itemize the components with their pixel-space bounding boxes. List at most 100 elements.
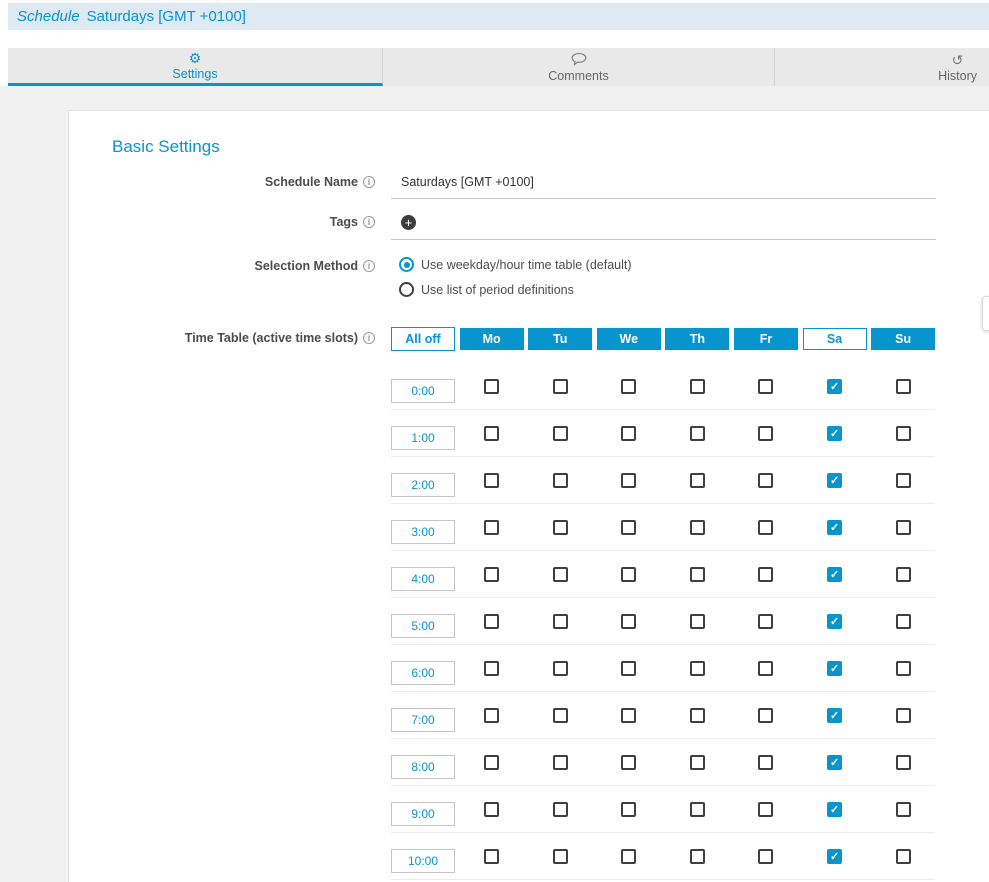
radio-button[interactable] (399, 257, 414, 272)
slot-checkbox-su-2-00[interactable] (896, 473, 911, 488)
slot-checkbox-we-0-00[interactable] (621, 379, 636, 394)
hour-button-3-00[interactable]: 3:00 (391, 520, 455, 544)
slot-checkbox-sa-0-00[interactable] (827, 379, 842, 394)
info-icon[interactable]: i (363, 332, 375, 344)
slot-checkbox-sa-9-00[interactable] (827, 802, 842, 817)
slot-checkbox-mo-4-00[interactable] (484, 567, 499, 582)
schedule-name-input[interactable] (391, 173, 936, 199)
slot-checkbox-th-4-00[interactable] (690, 567, 705, 582)
slot-checkbox-mo-6-00[interactable] (484, 661, 499, 676)
info-icon[interactable]: i (363, 176, 375, 188)
day-header-fr[interactable]: Fr (734, 328, 798, 350)
day-header-sa[interactable]: Sa (803, 328, 867, 350)
slot-checkbox-th-1-00[interactable] (690, 426, 705, 441)
slot-checkbox-tu-7-00[interactable] (553, 708, 568, 723)
hour-button-2-00[interactable]: 2:00 (391, 473, 455, 497)
day-header-we[interactable]: We (597, 328, 661, 350)
slot-checkbox-su-1-00[interactable] (896, 426, 911, 441)
slot-checkbox-su-5-00[interactable] (896, 614, 911, 629)
slot-checkbox-th-9-00[interactable] (690, 802, 705, 817)
slot-checkbox-we-1-00[interactable] (621, 426, 636, 441)
day-header-tu[interactable]: Tu (528, 328, 592, 350)
slot-checkbox-we-4-00[interactable] (621, 567, 636, 582)
hour-button-9-00[interactable]: 9:00 (391, 802, 455, 826)
slot-checkbox-mo-10-00[interactable] (484, 849, 499, 864)
day-header-th[interactable]: Th (665, 328, 729, 350)
slot-checkbox-we-8-00[interactable] (621, 755, 636, 770)
slot-checkbox-fr-1-00[interactable] (758, 426, 773, 441)
add-tag-button[interactable]: + (401, 215, 416, 230)
slot-checkbox-fr-5-00[interactable] (758, 614, 773, 629)
slot-checkbox-tu-2-00[interactable] (553, 473, 568, 488)
slot-checkbox-fr-9-00[interactable] (758, 802, 773, 817)
hour-button-6-00[interactable]: 6:00 (391, 661, 455, 685)
day-header-su[interactable]: Su (871, 328, 935, 350)
slot-checkbox-fr-7-00[interactable] (758, 708, 773, 723)
side-panel-handle[interactable] (982, 296, 989, 331)
hour-button-10-00[interactable]: 10:00 (391, 849, 455, 873)
slot-checkbox-mo-0-00[interactable] (484, 379, 499, 394)
slot-checkbox-su-4-00[interactable] (896, 567, 911, 582)
slot-checkbox-th-7-00[interactable] (690, 708, 705, 723)
slot-checkbox-tu-5-00[interactable] (553, 614, 568, 629)
info-icon[interactable]: i (363, 260, 375, 272)
slot-checkbox-th-3-00[interactable] (690, 520, 705, 535)
slot-checkbox-tu-4-00[interactable] (553, 567, 568, 582)
slot-checkbox-sa-5-00[interactable] (827, 614, 842, 629)
slot-checkbox-tu-1-00[interactable] (553, 426, 568, 441)
slot-checkbox-sa-1-00[interactable] (827, 426, 842, 441)
slot-checkbox-fr-0-00[interactable] (758, 379, 773, 394)
all-off-button[interactable]: All off (391, 327, 455, 351)
hour-button-8-00[interactable]: 8:00 (391, 755, 455, 779)
slot-checkbox-fr-10-00[interactable] (758, 849, 773, 864)
slot-checkbox-sa-7-00[interactable] (827, 708, 842, 723)
hour-button-1-00[interactable]: 1:00 (391, 426, 455, 450)
slot-checkbox-th-5-00[interactable] (690, 614, 705, 629)
slot-checkbox-tu-6-00[interactable] (553, 661, 568, 676)
slot-checkbox-su-7-00[interactable] (896, 708, 911, 723)
tags-field[interactable]: + (391, 213, 936, 240)
slot-checkbox-we-10-00[interactable] (621, 849, 636, 864)
slot-checkbox-th-2-00[interactable] (690, 473, 705, 488)
slot-checkbox-fr-8-00[interactable] (758, 755, 773, 770)
tab-comments[interactable]: Comments (383, 48, 775, 86)
slot-checkbox-mo-5-00[interactable] (484, 614, 499, 629)
slot-checkbox-tu-9-00[interactable] (553, 802, 568, 817)
slot-checkbox-we-7-00[interactable] (621, 708, 636, 723)
slot-checkbox-mo-7-00[interactable] (484, 708, 499, 723)
slot-checkbox-sa-8-00[interactable] (827, 755, 842, 770)
day-header-mo[interactable]: Mo (460, 328, 524, 350)
slot-checkbox-mo-8-00[interactable] (484, 755, 499, 770)
slot-checkbox-su-9-00[interactable] (896, 802, 911, 817)
slot-checkbox-su-3-00[interactable] (896, 520, 911, 535)
slot-checkbox-fr-2-00[interactable] (758, 473, 773, 488)
slot-checkbox-th-10-00[interactable] (690, 849, 705, 864)
slot-checkbox-we-6-00[interactable] (621, 661, 636, 676)
slot-checkbox-tu-8-00[interactable] (553, 755, 568, 770)
slot-checkbox-we-3-00[interactable] (621, 520, 636, 535)
hour-button-0-00[interactable]: 0:00 (391, 379, 455, 403)
radio-option-period-definitions[interactable]: Use list of period definitions (399, 282, 632, 297)
slot-checkbox-tu-3-00[interactable] (553, 520, 568, 535)
radio-button[interactable] (399, 282, 414, 297)
slot-checkbox-su-6-00[interactable] (896, 661, 911, 676)
slot-checkbox-su-10-00[interactable] (896, 849, 911, 864)
slot-checkbox-tu-10-00[interactable] (553, 849, 568, 864)
slot-checkbox-mo-3-00[interactable] (484, 520, 499, 535)
hour-button-7-00[interactable]: 7:00 (391, 708, 455, 732)
slot-checkbox-mo-1-00[interactable] (484, 426, 499, 441)
hour-button-5-00[interactable]: 5:00 (391, 614, 455, 638)
slot-checkbox-mo-9-00[interactable] (484, 802, 499, 817)
slot-checkbox-we-5-00[interactable] (621, 614, 636, 629)
slot-checkbox-su-0-00[interactable] (896, 379, 911, 394)
slot-checkbox-fr-4-00[interactable] (758, 567, 773, 582)
hour-button-4-00[interactable]: 4:00 (391, 567, 455, 591)
slot-checkbox-sa-4-00[interactable] (827, 567, 842, 582)
slot-checkbox-sa-6-00[interactable] (827, 661, 842, 676)
radio-option-time-table[interactable]: Use weekday/hour time table (default) (399, 257, 632, 272)
slot-checkbox-sa-3-00[interactable] (827, 520, 842, 535)
slot-checkbox-sa-10-00[interactable] (827, 849, 842, 864)
tab-settings[interactable]: ⚙ Settings (8, 48, 383, 86)
slot-checkbox-we-9-00[interactable] (621, 802, 636, 817)
slot-checkbox-th-6-00[interactable] (690, 661, 705, 676)
